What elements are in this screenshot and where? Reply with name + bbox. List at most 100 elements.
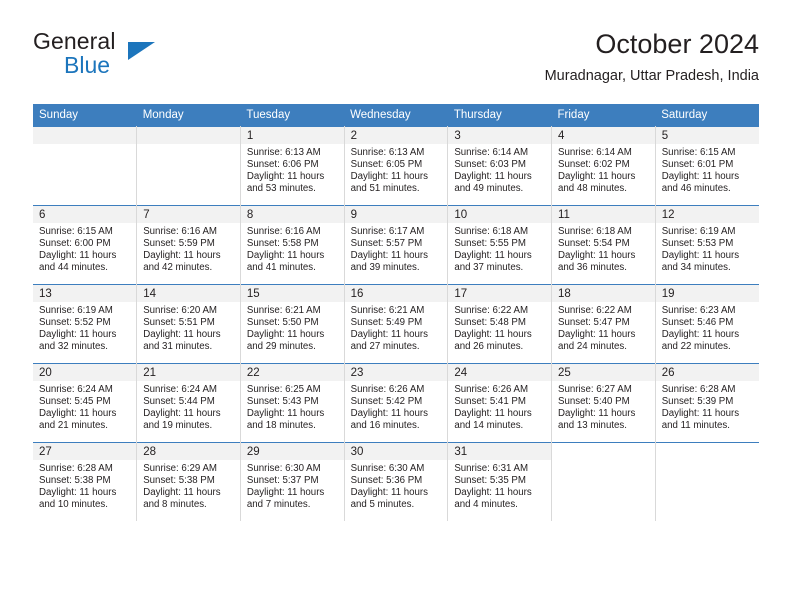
day-sun-info: Sunrise: 6:21 AM Sunset: 5:49 PM Daylight:… (345, 302, 448, 353)
weekday-header-saturday: Saturday (655, 104, 759, 127)
day-cell-inner: 22 Sunrise: 6:25 AM Sunset: 5:43 PM Dayligh… (240, 364, 344, 442)
day-cell-inner: 28 Sunrise: 6:29 AM Sunset: 5:38 PM Dayligh… (137, 443, 240, 521)
daylight-text: Daylight: 11 hours (143, 250, 221, 262)
daylight-text-cont: and 46 minutes. (661, 183, 731, 195)
calendar-week-row: 27 Sunrise: 6:28 AM Sunset: 5:38 PM Dayligh… (33, 442, 759, 521)
calendar-day-cell[interactable]: 14 Sunrise: 6:20 AM Sunset: 5:51 PM Dayligh… (136, 284, 241, 364)
sunrise-text: Sunrise: 6:21 AM (350, 305, 425, 316)
day-sun-info: Sunrise: 6:23 AM Sunset: 5:46 PM Daylight:… (656, 302, 759, 353)
calendar-day-cell[interactable]: 20 Sunrise: 6:24 AM Sunset: 5:45 PM Dayligh… (33, 363, 138, 443)
calendar-day-cell[interactable]: 29 Sunrise: 6:30 AM Sunset: 5:37 PM Dayligh… (240, 442, 345, 521)
day-number (655, 443, 759, 460)
calendar-day-cell[interactable]: 3 Sunrise: 6:14 AM Sunset: 6:03 PM Daylight… (447, 126, 553, 206)
sunset-text: Sunset: 5:51 PM (143, 317, 215, 329)
calendar-day-cell[interactable]: 10 Sunrise: 6:18 AM Sunset: 5:55 PM Dayligh… (447, 205, 553, 285)
calendar-day-cell[interactable]: 28 Sunrise: 6:29 AM Sunset: 5:38 PM Dayligh… (136, 442, 241, 521)
day-cell-inner: 8 Sunrise: 6:16 AM Sunset: 5:58 PM Daylight… (240, 206, 344, 284)
sunset-text: Sunset: 5:54 PM (558, 238, 630, 250)
calendar-header-row: Sunday Monday Tuesday Wednesday Thursday Frid… (33, 104, 759, 127)
day-number (137, 127, 240, 144)
calendar-day-cell[interactable]: 18 Sunrise: 6:22 AM Sunset: 5:47 PM Dayligh… (551, 284, 656, 364)
day-number: 28 (137, 443, 240, 460)
day-number: 23 (344, 364, 448, 381)
calendar-week-row: 6 Sunrise: 6:15 AM Sunset: 6:00 PM Daylight… (33, 205, 759, 285)
daylight-text-cont: and 27 minutes. (350, 341, 420, 353)
calendar-day-cell[interactable]: 30 Sunrise: 6:30 AM Sunset: 5:36 PM Dayligh… (344, 442, 449, 521)
calendar-day-cell[interactable]: 15 Sunrise: 6:21 AM Sunset: 5:50 PM Dayligh… (240, 284, 345, 364)
page-title: October 2024 (595, 29, 759, 59)
day-sun-info: Sunrise: 6:30 AM Sunset: 5:36 PM Daylight:… (345, 460, 448, 511)
daylight-text: Daylight: 11 hours (350, 487, 428, 499)
calendar-day-cell[interactable]: 17 Sunrise: 6:22 AM Sunset: 5:48 PM Dayligh… (447, 284, 553, 364)
calendar-day-cell[interactable]: 5 Sunrise: 6:15 AM Sunset: 6:01 PM Daylight… (655, 126, 759, 206)
daylight-text: Daylight: 11 hours (661, 329, 740, 341)
day-number: 17 (448, 285, 552, 302)
calendar-day-cell[interactable]: 27 Sunrise: 6:28 AM Sunset: 5:38 PM Dayligh… (33, 442, 138, 521)
day-cell-inner: 30 Sunrise: 6:30 AM Sunset: 5:36 PM Dayligh… (344, 443, 448, 521)
daylight-text: Daylight: 11 hours (350, 408, 428, 420)
day-number: 26 (655, 364, 759, 381)
day-sun-info: Sunrise: 6:19 AM Sunset: 5:53 PM Daylight:… (656, 223, 759, 274)
day-number: 6 (33, 206, 137, 223)
calendar-day-cell[interactable]: 4 Sunrise: 6:14 AM Sunset: 6:02 PM Daylight… (551, 126, 656, 206)
day-number: 24 (448, 364, 552, 381)
calendar-day-cell[interactable]: 6 Sunrise: 6:15 AM Sunset: 6:00 PM Daylight… (33, 205, 138, 285)
day-cell-inner: 26 Sunrise: 6:28 AM Sunset: 5:39 PM Dayligh… (655, 364, 759, 442)
day-number: 7 (137, 206, 240, 223)
daylight-text-cont: and 34 minutes. (661, 262, 731, 274)
day-cell-inner: 5 Sunrise: 6:15 AM Sunset: 6:01 PM Daylight… (655, 127, 759, 205)
calendar-day-cell[interactable]: 8 Sunrise: 6:16 AM Sunset: 5:58 PM Daylight… (240, 205, 345, 285)
general-blue-logo: General Blue (33, 28, 233, 90)
daylight-text: Daylight: 11 hours (246, 250, 325, 262)
day-number: 3 (448, 127, 552, 144)
sunset-text: Sunset: 6:00 PM (39, 238, 111, 250)
sunset-text: Sunset: 5:38 PM (143, 475, 215, 487)
calendar-day-cell[interactable]: 12 Sunrise: 6:19 AM Sunset: 5:53 PM Dayligh… (655, 205, 759, 285)
calendar-day-cell[interactable]: 21 Sunrise: 6:24 AM Sunset: 5:44 PM Dayligh… (136, 363, 241, 443)
calendar-day-cell[interactable]: 13 Sunrise: 6:19 AM Sunset: 5:52 PM Dayligh… (33, 284, 138, 364)
daylight-text-cont: and 13 minutes. (558, 420, 627, 432)
day-sun-info: Sunrise: 6:27 AM Sunset: 5:40 PM Daylight:… (552, 381, 655, 432)
sunset-text: Sunset: 5:37 PM (246, 475, 319, 487)
day-cell-inner: 25 Sunrise: 6:27 AM Sunset: 5:40 PM Dayligh… (552, 364, 655, 442)
calendar-day-cell[interactable]: 31 Sunrise: 6:31 AM Sunset: 5:35 PM Dayligh… (447, 442, 553, 521)
daylight-text: Daylight: 11 hours (143, 408, 221, 420)
sunrise-text: Sunrise: 6:20 AM (143, 305, 217, 316)
calendar-empty-cell (33, 126, 138, 206)
sunrise-text: Sunrise: 6:14 AM (454, 147, 529, 158)
day-sun-info: Sunrise: 6:18 AM Sunset: 5:54 PM Daylight:… (552, 223, 655, 274)
day-sun-info: Sunrise: 6:25 AM Sunset: 5:43 PM Daylight:… (241, 381, 344, 432)
day-number: 14 (137, 285, 240, 302)
day-sun-info (552, 460, 655, 463)
day-cell-inner: 2 Sunrise: 6:13 AM Sunset: 6:05 PM Daylight… (344, 127, 448, 205)
calendar-empty-cell (551, 442, 656, 521)
day-sun-info: Sunrise: 6:26 AM Sunset: 5:42 PM Daylight:… (345, 381, 448, 432)
day-sun-info: Sunrise: 6:22 AM Sunset: 5:48 PM Daylight:… (448, 302, 551, 353)
day-number (552, 443, 655, 460)
day-cell-inner: 18 Sunrise: 6:22 AM Sunset: 5:47 PM Dayligh… (552, 285, 655, 363)
calendar-day-cell[interactable]: 22 Sunrise: 6:25 AM Sunset: 5:43 PM Dayligh… (240, 363, 345, 443)
calendar-day-cell[interactable]: 23 Sunrise: 6:26 AM Sunset: 5:42 PM Dayligh… (344, 363, 449, 443)
calendar-day-cell[interactable]: 1 Sunrise: 6:13 AM Sunset: 6:06 PM Daylight… (240, 126, 345, 206)
calendar-day-cell[interactable]: 19 Sunrise: 6:23 AM Sunset: 5:46 PM Dayligh… (655, 284, 759, 364)
calendar-day-cell[interactable]: 2 Sunrise: 6:13 AM Sunset: 6:05 PM Daylight… (344, 126, 449, 206)
daylight-text-cont: and 48 minutes. (558, 183, 627, 195)
calendar-day-cell[interactable]: 24 Sunrise: 6:26 AM Sunset: 5:41 PM Dayligh… (447, 363, 553, 443)
calendar-day-cell[interactable]: 9 Sunrise: 6:17 AM Sunset: 5:57 PM Daylight… (344, 205, 449, 285)
calendar-day-cell[interactable]: 25 Sunrise: 6:27 AM Sunset: 5:40 PM Dayligh… (551, 363, 656, 443)
daylight-text-cont: and 36 minutes. (558, 262, 627, 274)
daylight-text-cont: and 8 minutes. (143, 499, 207, 511)
day-sun-info: Sunrise: 6:31 AM Sunset: 5:35 PM Daylight:… (448, 460, 551, 511)
calendar-empty-cell (136, 126, 241, 206)
sunset-text: Sunset: 5:38 PM (39, 475, 111, 487)
day-number: 5 (655, 127, 759, 144)
sunrise-text: Sunrise: 6:15 AM (661, 147, 736, 158)
calendar-day-cell[interactable]: 11 Sunrise: 6:18 AM Sunset: 5:54 PM Dayligh… (551, 205, 656, 285)
daylight-text-cont: and 4 minutes. (454, 499, 518, 511)
day-number: 12 (655, 206, 759, 223)
daylight-text: Daylight: 11 hours (454, 171, 532, 183)
calendar-day-cell[interactable]: 7 Sunrise: 6:16 AM Sunset: 5:59 PM Daylight… (136, 205, 241, 285)
calendar-day-cell[interactable]: 16 Sunrise: 6:21 AM Sunset: 5:49 PM Dayligh… (344, 284, 449, 364)
daylight-text: Daylight: 11 hours (39, 250, 117, 262)
calendar-day-cell[interactable]: 26 Sunrise: 6:28 AM Sunset: 5:39 PM Dayligh… (655, 363, 759, 443)
